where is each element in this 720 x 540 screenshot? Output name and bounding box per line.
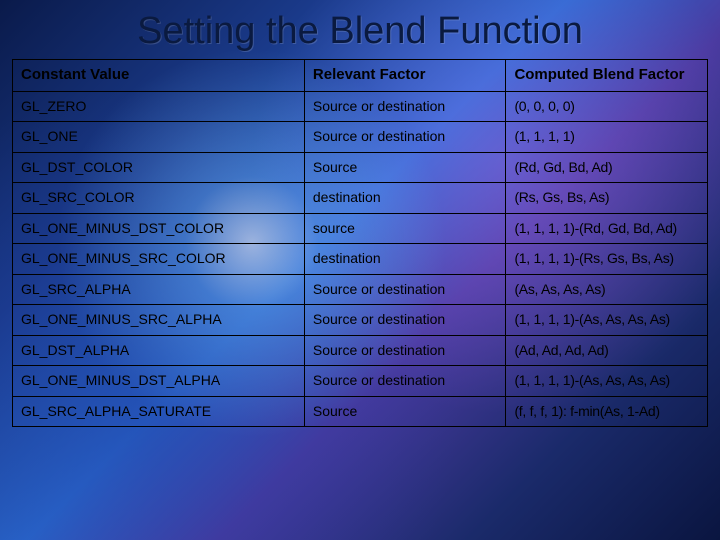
- table-row: GL_ONE_MINUS_DST_COLORsource(1, 1, 1, 1)…: [13, 213, 708, 244]
- table-row: GL_ONE_MINUS_DST_ALPHASource or destinat…: [13, 366, 708, 397]
- cell-computed: (Ad, Ad, Ad, Ad): [506, 335, 708, 366]
- table-row: GL_ONE_MINUS_SRC_COLORdestination(1, 1, …: [13, 244, 708, 275]
- cell-factor: Source or destination: [304, 335, 506, 366]
- cell-constant: GL_ONE_MINUS_SRC_COLOR: [13, 244, 305, 275]
- cell-constant: GL_DST_ALPHA: [13, 335, 305, 366]
- table-row: GL_ONESource or destination(1, 1, 1, 1): [13, 122, 708, 153]
- cell-factor: destination: [304, 183, 506, 214]
- cell-constant: GL_ONE: [13, 122, 305, 153]
- header-constant-value: Constant Value: [13, 60, 305, 92]
- cell-computed: (Rd, Gd, Bd, Ad): [506, 152, 708, 183]
- table-row: GL_DST_COLORSource(Rd, Gd, Bd, Ad): [13, 152, 708, 183]
- cell-computed: (1, 1, 1, 1)-(As, As, As, As): [506, 366, 708, 397]
- cell-computed: (0, 0, 0, 0): [506, 91, 708, 122]
- cell-constant: GL_ZERO: [13, 91, 305, 122]
- cell-factor: Source or destination: [304, 305, 506, 336]
- cell-constant: GL_ONE_MINUS_DST_COLOR: [13, 213, 305, 244]
- slide: Setting the Blend Function Constant Valu…: [0, 0, 720, 540]
- table-header-row: Constant Value Relevant Factor Computed …: [13, 60, 708, 92]
- cell-constant: GL_SRC_ALPHA: [13, 274, 305, 305]
- cell-computed: (1, 1, 1, 1)-(As, As, As, As): [506, 305, 708, 336]
- cell-constant: GL_ONE_MINUS_DST_ALPHA: [13, 366, 305, 397]
- cell-factor: destination: [304, 244, 506, 275]
- cell-constant: GL_SRC_COLOR: [13, 183, 305, 214]
- cell-factor: Source: [304, 152, 506, 183]
- blend-function-table: Constant Value Relevant Factor Computed …: [12, 59, 708, 427]
- table-container: Constant Value Relevant Factor Computed …: [0, 59, 720, 439]
- slide-title: Setting the Blend Function: [0, 0, 720, 59]
- table-row: GL_DST_ALPHASource or destination(Ad, Ad…: [13, 335, 708, 366]
- cell-computed: (1, 1, 1, 1)-(Rd, Gd, Bd, Ad): [506, 213, 708, 244]
- cell-factor: source: [304, 213, 506, 244]
- table-row: GL_ZEROSource or destination(0, 0, 0, 0): [13, 91, 708, 122]
- cell-computed: (f, f, f, 1): f-min(As, 1-Ad): [506, 396, 708, 427]
- cell-constant: GL_ONE_MINUS_SRC_ALPHA: [13, 305, 305, 336]
- cell-computed: (1, 1, 1, 1): [506, 122, 708, 153]
- cell-factor: Source or destination: [304, 274, 506, 305]
- cell-factor: Source or destination: [304, 366, 506, 397]
- cell-factor: Source or destination: [304, 91, 506, 122]
- cell-computed: (Rs, Gs, Bs, As): [506, 183, 708, 214]
- cell-factor: Source: [304, 396, 506, 427]
- table-row: GL_SRC_ALPHA_SATURATESource(f, f, f, 1):…: [13, 396, 708, 427]
- header-relevant-factor: Relevant Factor: [304, 60, 506, 92]
- table-row: GL_SRC_COLORdestination(Rs, Gs, Bs, As): [13, 183, 708, 214]
- table-row: GL_ONE_MINUS_SRC_ALPHASource or destinat…: [13, 305, 708, 336]
- cell-computed: (1, 1, 1, 1)-(Rs, Gs, Bs, As): [506, 244, 708, 275]
- cell-constant: GL_DST_COLOR: [13, 152, 305, 183]
- cell-computed: (As, As, As, As): [506, 274, 708, 305]
- cell-constant: GL_SRC_ALPHA_SATURATE: [13, 396, 305, 427]
- header-computed-blend-factor: Computed Blend Factor: [506, 60, 708, 92]
- cell-factor: Source or destination: [304, 122, 506, 153]
- table-row: GL_SRC_ALPHASource or destination(As, As…: [13, 274, 708, 305]
